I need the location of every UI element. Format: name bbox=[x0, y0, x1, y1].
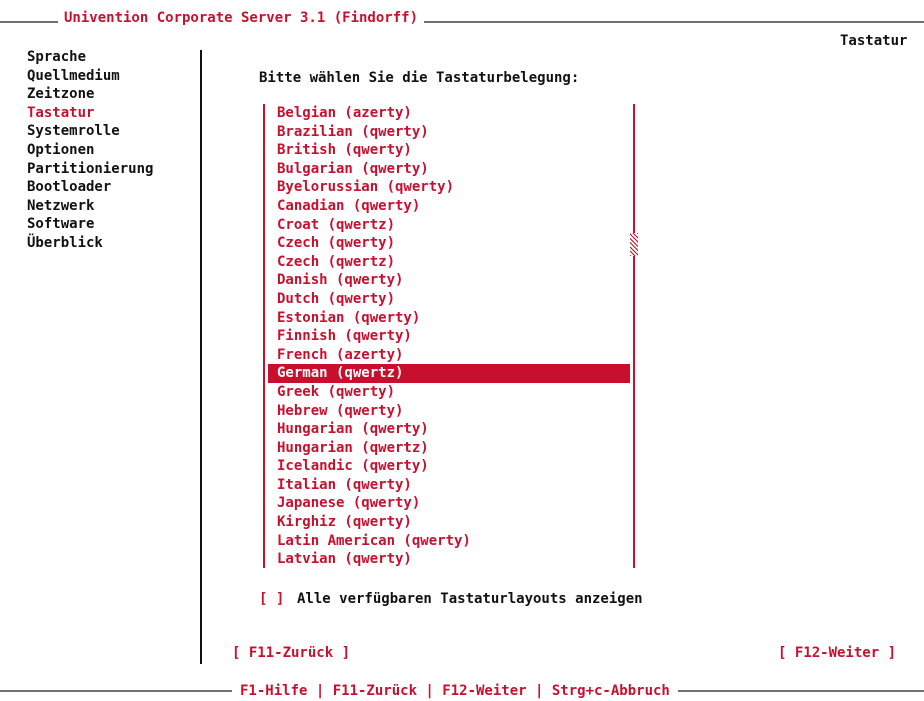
footer-key-hints: F1-Hilfe | F11-Zurück | F12-Weiter | Str… bbox=[232, 682, 678, 701]
keyboard-layout-item[interactable]: Japanese (qwerty) bbox=[268, 494, 630, 513]
keyboard-layout-item[interactable]: Kirghiz (qwerty) bbox=[268, 513, 630, 532]
show-all-layouts-label[interactable]: Alle verfügbaren Tastaturlayouts anzeige… bbox=[297, 590, 643, 609]
keyboard-layout-list[interactable]: Belgian (azerty) Brazilian (qwerty) Britis… bbox=[268, 104, 630, 569]
keyboard-layout-item[interactable]: Latin American (qwerty) bbox=[268, 532, 630, 551]
keyboard-layout-item[interactable]: Hebrew (qwerty) bbox=[268, 402, 630, 421]
keyboard-layout-item[interactable]: Icelandic (qwerty) bbox=[268, 457, 630, 476]
keyboard-layout-item[interactable]: Italian (qwerty) bbox=[268, 476, 630, 495]
keyboard-layout-item[interactable]: Byelorussian (qwerty) bbox=[268, 178, 630, 197]
next-button[interactable]: [ F12-Weiter ] bbox=[778, 644, 896, 663]
back-button[interactable]: [ F11-Zurück ] bbox=[232, 644, 350, 663]
keyboard-layout-item[interactable]: Croat (qwertz) bbox=[268, 216, 630, 235]
keyboard-layout-item[interactable]: Brazilian (qwerty) bbox=[268, 123, 630, 142]
keyboard-layout-item[interactable]: Hungarian (qwertz) bbox=[268, 439, 630, 458]
keyboard-layout-item[interactable]: French (azerty) bbox=[268, 346, 630, 365]
listbox-left-border bbox=[263, 104, 265, 568]
sidebar-item-zeitzone: Zeitzone bbox=[27, 86, 95, 103]
sidebar-item-quellmedium: Quellmedium bbox=[27, 67, 120, 84]
keyboard-layout-item[interactable]: Greek (qwerty) bbox=[268, 383, 630, 402]
keyboard-layout-item[interactable]: Hungarian (qwerty) bbox=[268, 420, 630, 439]
section-label: Tastatur bbox=[840, 33, 908, 49]
keyboard-layout-item[interactable]: Danish (qwerty) bbox=[268, 271, 630, 290]
keyboard-layout-item[interactable]: Bulgarian (qwerty) bbox=[268, 160, 630, 179]
sidebar-item-tastatur: Tastatur bbox=[27, 104, 95, 121]
keyboard-layout-item[interactable]: German (qwertz) bbox=[268, 364, 630, 383]
keyboard-layout-item[interactable]: Estonian (qwerty) bbox=[268, 309, 630, 328]
sidebar-item-software: Software bbox=[27, 216, 95, 233]
keyboard-layout-item[interactable]: Dutch (qwerty) bbox=[268, 290, 630, 309]
keyboard-prompt: Bitte wählen Sie die Tastaturbelegung: bbox=[259, 70, 580, 86]
keyboard-layout-item[interactable]: Czech (qwertz) bbox=[268, 253, 630, 272]
window-title: Univention Corporate Server 3.1 (Findorf… bbox=[58, 9, 425, 28]
sidebar-item-partitionierung: Partitionierung bbox=[27, 160, 154, 177]
sidebar-item-systemrolle: Systemrolle bbox=[27, 123, 120, 140]
install-steps-sidebar: Sprache Quellmedium Zeitzone Tastatur System… bbox=[27, 48, 153, 253]
listbox-right-border[interactable] bbox=[633, 104, 635, 568]
sidebar-item-netzwerk: Netzwerk bbox=[27, 197, 95, 214]
keyboard-layout-item[interactable]: Latvian (qwerty) bbox=[268, 550, 630, 569]
keyboard-layout-item[interactable]: British (qwerty) bbox=[268, 141, 630, 160]
show-all-layouts-checkbox[interactable]: [ ] bbox=[259, 590, 284, 609]
listbox-scrollbar-thumb[interactable] bbox=[630, 233, 638, 256]
sidebar-item-bootloader: Bootloader bbox=[27, 179, 112, 196]
keyboard-layout-item[interactable]: Finnish (qwerty) bbox=[268, 327, 630, 346]
keyboard-layout-item[interactable]: Czech (qwerty) bbox=[268, 234, 630, 253]
keyboard-layout-item[interactable]: Belgian (azerty) bbox=[268, 104, 630, 123]
sidebar-item-sprache: Sprache bbox=[27, 49, 87, 65]
sidebar-item--berblick: Überblick bbox=[27, 234, 103, 251]
sidebar-item-optionen: Optionen bbox=[27, 141, 95, 158]
sidebar-divider bbox=[200, 50, 202, 664]
keyboard-layout-item[interactable]: Canadian (qwerty) bbox=[268, 197, 630, 216]
